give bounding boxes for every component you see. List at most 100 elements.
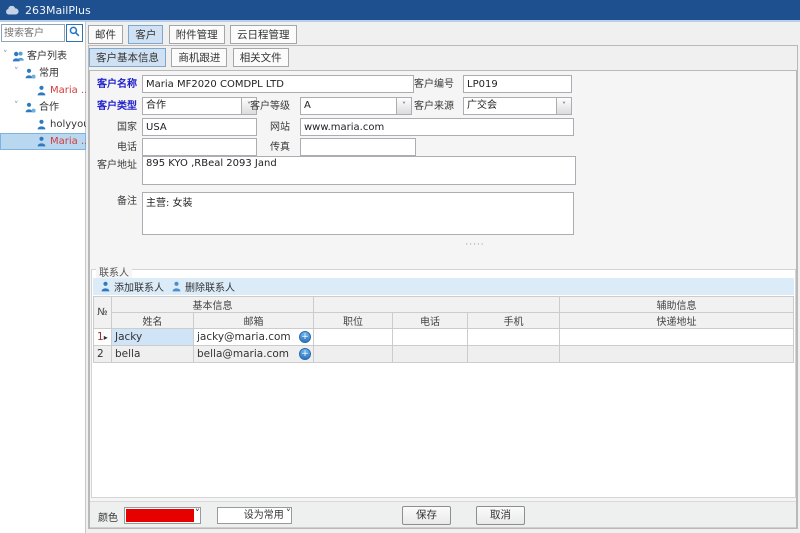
website-input[interactable] (300, 118, 574, 136)
tree-item-holyyou[interactable]: holyyou (0, 116, 86, 133)
tab-attachment-management[interactable]: 附件管理 (169, 25, 225, 44)
customer-name-input[interactable] (142, 75, 414, 93)
customer-source-select[interactable]: 广交会 ˅ (463, 97, 572, 115)
fax-input[interactable] (300, 138, 416, 156)
color-label: 颜色 (98, 509, 118, 524)
add-contact-button[interactable]: 添加联系人 (100, 279, 164, 294)
plus-icon[interactable]: + (299, 348, 311, 360)
tree-item-maria-common[interactable]: Maria ... (0, 82, 86, 99)
contacts-groupbox: 联系人 添加联系人 删除联系人 (91, 269, 796, 498)
name-cell[interactable]: Jacky (112, 329, 194, 346)
fax-label: 传真 (250, 141, 290, 155)
col-no: № (94, 297, 112, 329)
customer-address-textarea[interactable]: 895 KYO ,RBeal 2093 Jand (142, 156, 576, 185)
tab-cloud-schedule[interactable]: 云日程管理 (230, 25, 297, 44)
tree-item-label: Maria ... (50, 82, 86, 99)
position-cell[interactable] (314, 329, 393, 346)
title-bar: 263MailPlus (0, 0, 800, 20)
header-group-row: № 基本信息 辅助信息 (94, 297, 794, 313)
express-address-cell[interactable] (560, 329, 794, 346)
col-position[interactable]: 职位 (314, 313, 393, 329)
person-icon (36, 136, 47, 150)
search-row (1, 24, 83, 42)
add-contact-label: 添加联系人 (114, 279, 164, 294)
phone-cell[interactable] (393, 329, 468, 346)
customer-code-input[interactable] (463, 75, 572, 93)
color-swatch (126, 509, 194, 522)
chevron-down-icon[interactable]: ˅ (396, 98, 411, 114)
tab-related-files[interactable]: 相关文件 (233, 48, 289, 67)
chevron-down-icon[interactable]: ˅ (286, 508, 291, 523)
mobile-cell[interactable] (468, 329, 560, 346)
delete-contact-label: 删除联系人 (185, 279, 235, 294)
remark-label: 备注 (90, 195, 137, 209)
chevron-down-icon[interactable]: ˅ (14, 65, 19, 81)
col-phone[interactable]: 电话 (393, 313, 468, 329)
email-text: jacky@maria.com (197, 331, 291, 343)
express-address-cell[interactable] (560, 346, 794, 363)
customer-tree: ˅ 客户列表 ˅ 常用 Maria ... ˅ 合作 (0, 48, 86, 150)
row-number: 1 (97, 331, 104, 343)
delete-contact-button[interactable]: 删除联系人 (171, 279, 235, 294)
footer-bar: 颜色 ˅ 设为常用 ˅ 保存 取消 (90, 501, 796, 528)
tab-customer[interactable]: 客户 (128, 25, 163, 44)
header-row: 姓名 邮箱 职位 电话 手机 快递地址 (94, 313, 794, 329)
remark-textarea[interactable]: 主营: 女装 (142, 192, 574, 235)
color-select[interactable]: ˅ (124, 507, 201, 524)
name-cell[interactable]: bella (112, 346, 194, 363)
cancel-button[interactable]: 取消 (476, 506, 525, 525)
customers-group-icon (12, 51, 25, 65)
table-row: 2 bella bella@maria.com + (94, 346, 794, 363)
cloud-icon (5, 5, 20, 16)
customer-level-value: A (301, 98, 396, 114)
customer-tab-panel: 客户基本信息 商机跟进 相关文件 客户名称 客户编号 客户类型 合作 ˅ 客户等… (88, 45, 798, 529)
save-button[interactable]: 保存 (402, 506, 451, 525)
col-email[interactable]: 邮箱 (194, 313, 314, 329)
tab-mail[interactable]: 邮件 (88, 25, 123, 44)
position-cell[interactable] (314, 346, 393, 363)
phone-input[interactable] (142, 138, 257, 156)
customer-type-select[interactable]: 合作 ˅ (142, 97, 257, 115)
set-common-select[interactable]: 设为常用 ˅ (217, 507, 292, 524)
search-button[interactable] (66, 24, 83, 42)
chevron-down-icon[interactable]: ˅ (14, 99, 19, 115)
col-name[interactable]: 姓名 (112, 313, 194, 329)
col-express-address[interactable]: 快递地址 (560, 313, 794, 329)
search-icon (69, 26, 80, 40)
col-mobile[interactable]: 手机 (468, 313, 560, 329)
person-badge-icon (24, 102, 36, 116)
group-basic-info: 基本信息 (112, 297, 314, 313)
group-aux-info: 辅助信息 (560, 297, 794, 313)
email-text: bella@maria.com (197, 348, 289, 360)
table-row: 1▸ Jacky jacky@maria.com + (94, 329, 794, 346)
set-common-label: 设为常用 (218, 508, 286, 523)
tree-item-cooperation-group[interactable]: ˅ 合作 (0, 99, 86, 116)
phone-cell[interactable] (393, 346, 468, 363)
sub-tab-strip: 客户基本信息 商机跟进 相关文件 (89, 48, 291, 67)
chevron-down-icon[interactable]: ˅ (3, 48, 8, 64)
row-number-cell: 2 (94, 346, 112, 363)
tree-item-customer-list[interactable]: ˅ 客户列表 (0, 48, 86, 65)
phone-label: 电话 (90, 141, 137, 155)
splitter-handle[interactable]: ····· (460, 240, 490, 250)
person-icon (36, 85, 47, 99)
plus-icon[interactable]: + (299, 331, 311, 343)
customer-level-label: 客户等级 (250, 100, 290, 114)
customer-type-label: 客户类型 (90, 100, 137, 114)
email-cell[interactable]: bella@maria.com + (194, 346, 314, 363)
tab-opportunity-follow[interactable]: 商机跟进 (171, 48, 227, 67)
row-number-cell: 1▸ (94, 329, 112, 346)
customer-level-select[interactable]: A ˅ (300, 97, 412, 115)
search-input[interactable] (1, 24, 65, 42)
tree-item-common-group[interactable]: ˅ 常用 (0, 65, 86, 82)
mobile-cell[interactable] (468, 346, 560, 363)
contacts-table: № 基本信息 辅助信息 姓名 邮箱 职位 电话 手机 快递地址 (93, 296, 794, 363)
tree-item-maria-selected[interactable]: Maria ... (0, 133, 86, 150)
tab-customer-basic-info[interactable]: 客户基本信息 (89, 48, 166, 67)
country-input[interactable] (142, 118, 257, 136)
chevron-down-icon[interactable]: ˅ (556, 98, 571, 114)
chevron-down-icon[interactable]: ˅ (195, 508, 200, 523)
customer-source-value: 广交会 (464, 98, 556, 114)
email-cell[interactable]: jacky@maria.com + (194, 329, 314, 346)
tree-item-label: 常用 (39, 65, 59, 82)
